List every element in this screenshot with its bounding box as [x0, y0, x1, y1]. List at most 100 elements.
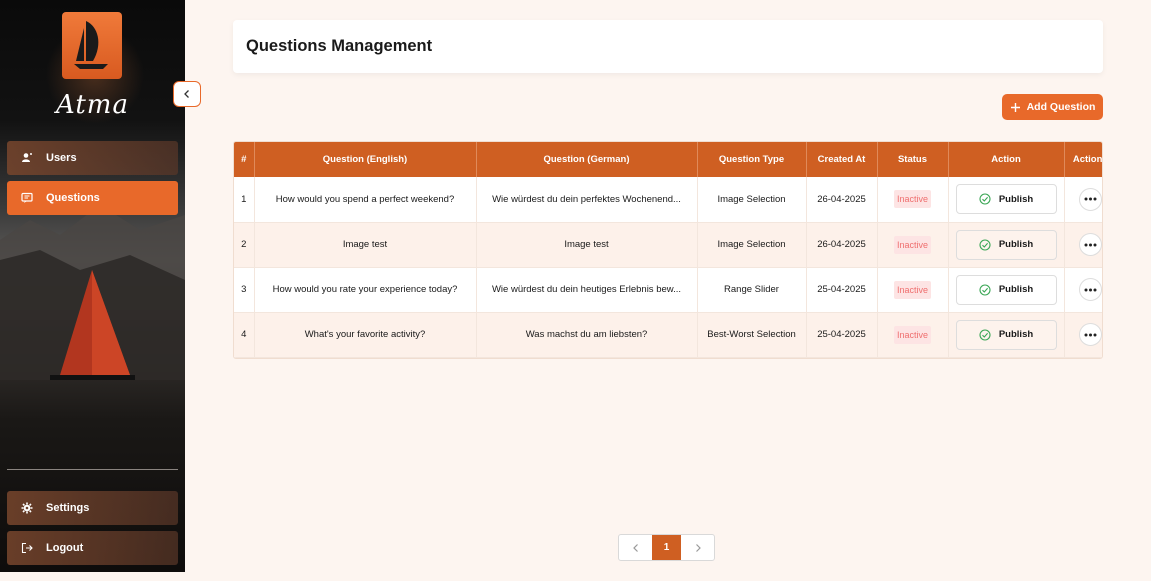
column-header: Question (German): [476, 142, 698, 177]
sailboat-background-image: [0, 205, 185, 380]
check-circle-icon: [979, 328, 991, 341]
ellipsis-icon: [1084, 197, 1097, 201]
page-title: Questions Management: [246, 37, 433, 55]
sidebar-item-logout[interactable]: Logout: [7, 531, 178, 565]
actions-cell: [1064, 312, 1102, 358]
publish-button[interactable]: Publish: [955, 184, 1057, 215]
table-row: 2 Image test Image test Image Selection …: [234, 222, 1102, 268]
status-badge: Inactive: [893, 190, 932, 209]
question-type: Range Slider: [697, 267, 807, 313]
column-header: Actions: [1072, 154, 1103, 165]
add-question-label: Add Question: [1026, 101, 1096, 113]
row-number: 1: [234, 177, 255, 223]
status-cell: Inactive: [877, 267, 949, 313]
column-header: Question (English): [254, 142, 477, 177]
chevron-left-icon: [184, 90, 189, 98]
chevron-right-icon: [695, 543, 701, 552]
table-row: 4 What's your favorite activity? Was mac…: [234, 312, 1102, 358]
column-header: #: [234, 142, 255, 177]
more-options-button[interactable]: [1078, 323, 1102, 346]
sailboat-logo-icon: [74, 21, 108, 69]
plus-icon: [1010, 102, 1020, 112]
status-cell: Inactive: [877, 312, 949, 358]
logout-icon: [20, 541, 34, 555]
ellipsis-icon: [1084, 288, 1097, 291]
page-header: Questions Management: [233, 20, 1103, 73]
publish-button[interactable]: Publish: [955, 319, 1057, 350]
questions-icon: [20, 191, 34, 205]
actions-cell: [1064, 177, 1102, 223]
question-english: How would you spend a perfect weekend?: [254, 177, 477, 223]
next-page-button[interactable]: [681, 535, 714, 560]
created-at: 26-04-2025: [806, 222, 878, 268]
actions-cell: [1064, 222, 1102, 268]
sidebar-item-label: Logout: [46, 542, 84, 554]
question-type: Image Selection: [697, 177, 807, 223]
column-header: Question Type: [697, 142, 807, 177]
actions-cell: [1064, 267, 1102, 313]
check-circle-icon: [979, 193, 991, 205]
chevron-left-icon: [632, 543, 638, 552]
question-english: Image test: [254, 222, 477, 268]
question-type: Image Selection: [697, 222, 807, 268]
ellipsis-icon: [1084, 243, 1097, 246]
sidebar-divider: [7, 469, 178, 470]
question-german: Wie würdest du dein perfektes Wochenend.…: [476, 177, 698, 223]
column-header: Action: [948, 142, 1065, 177]
publish-label: Publish: [998, 329, 1034, 340]
gear-icon: [20, 501, 34, 515]
ellipsis-icon: [1084, 333, 1097, 336]
brand-name: Atma: [56, 90, 129, 120]
more-options-button[interactable]: [1078, 187, 1102, 211]
status-cell: Inactive: [877, 177, 949, 223]
sidebar-item-label: Settings: [46, 502, 90, 514]
question-type: Best-Worst Selection: [697, 312, 807, 358]
row-number: 3: [234, 267, 255, 313]
publish-label: Publish: [998, 193, 1034, 205]
publish-button[interactable]: Publish: [955, 229, 1057, 260]
pagination: 1: [618, 534, 715, 561]
check-circle-icon: [979, 283, 991, 296]
more-options-button[interactable]: [1078, 278, 1102, 301]
sidebar-item-label: Questions: [46, 192, 100, 204]
action-cell: Publish: [948, 177, 1065, 223]
action-cell: Publish: [948, 222, 1065, 268]
status-badge: Inactive: [893, 280, 932, 299]
sidebar-item-users[interactable]: Users: [7, 141, 178, 175]
row-number: 2: [234, 222, 255, 268]
add-question-button[interactable]: Add Question: [1002, 94, 1103, 120]
sidebar-item-label: Users: [46, 152, 77, 164]
action-cell: Publish: [948, 267, 1065, 313]
check-circle-icon: [979, 238, 991, 251]
status-cell: Inactive: [877, 222, 949, 268]
prev-page-button[interactable]: [619, 535, 652, 560]
column-header: Created At: [806, 142, 878, 177]
collapse-sidebar-button[interactable]: [173, 81, 201, 107]
sidebar: Atma Users Questions Settings Logout: [0, 0, 185, 572]
questions-table: # Question (English) Question (German) Q…: [233, 141, 1103, 359]
question-german: Wie würdest du dein heutiges Erlebnis be…: [476, 267, 698, 313]
status-badge: Inactive: [893, 235, 932, 254]
sidebar-item-settings[interactable]: Settings: [7, 491, 178, 525]
users-icon: [20, 151, 34, 165]
row-number: 4: [234, 312, 255, 358]
created-at: 25-04-2025: [806, 312, 878, 358]
table-row: 1 How would you spend a perfect weekend?…: [234, 177, 1102, 223]
publish-label: Publish: [998, 284, 1034, 295]
question-german: Was machst du am liebsten?: [476, 312, 698, 358]
question-german: Image test: [476, 222, 698, 268]
table-header-row: # Question (English) Question (German) Q…: [234, 142, 1103, 177]
page-number-button[interactable]: 1: [652, 535, 681, 560]
publish-label: Publish: [998, 239, 1034, 250]
table-row: 3 How would you rate your experience tod…: [234, 267, 1102, 313]
publish-button[interactable]: Publish: [955, 274, 1057, 305]
logo: [62, 12, 122, 79]
created-at: 25-04-2025: [806, 267, 878, 313]
column-header: Status: [877, 142, 949, 177]
question-english: What's your favorite activity?: [254, 312, 477, 358]
sidebar-item-questions[interactable]: Questions: [7, 181, 178, 215]
created-at: 26-04-2025: [806, 177, 878, 223]
status-badge: Inactive: [893, 325, 932, 344]
action-cell: Publish: [948, 312, 1065, 358]
more-options-button[interactable]: [1078, 233, 1102, 256]
